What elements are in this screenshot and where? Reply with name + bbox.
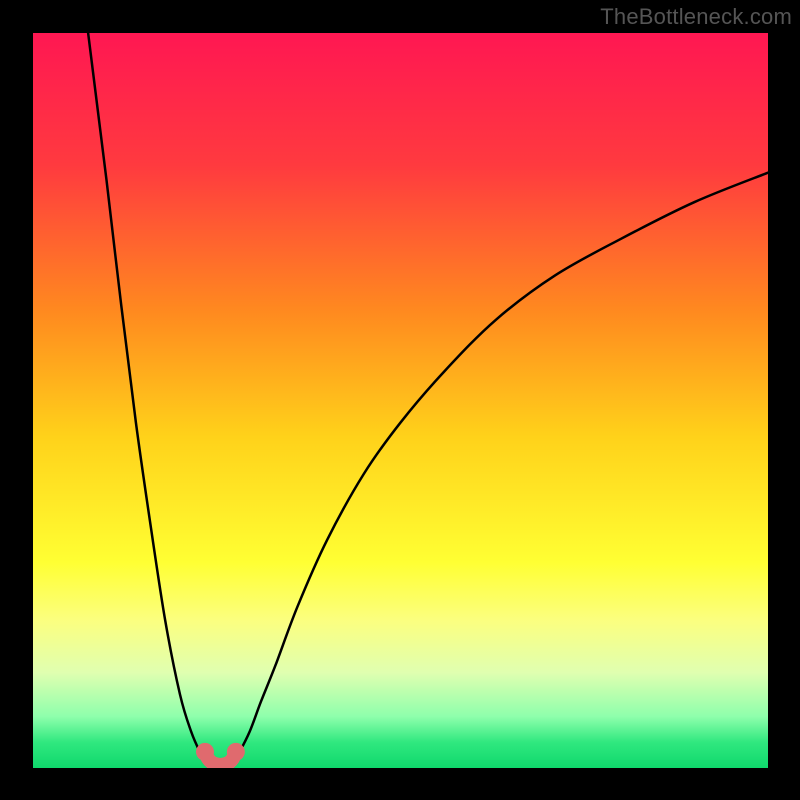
valley-marker-dot-right bbox=[227, 743, 245, 761]
valley-marker-dot-left bbox=[196, 743, 214, 761]
gradient-background bbox=[33, 33, 768, 768]
watermark-text: TheBottleneck.com bbox=[600, 4, 792, 30]
plot-area bbox=[33, 33, 768, 768]
chart-frame: TheBottleneck.com bbox=[0, 0, 800, 800]
chart-svg bbox=[33, 33, 768, 768]
